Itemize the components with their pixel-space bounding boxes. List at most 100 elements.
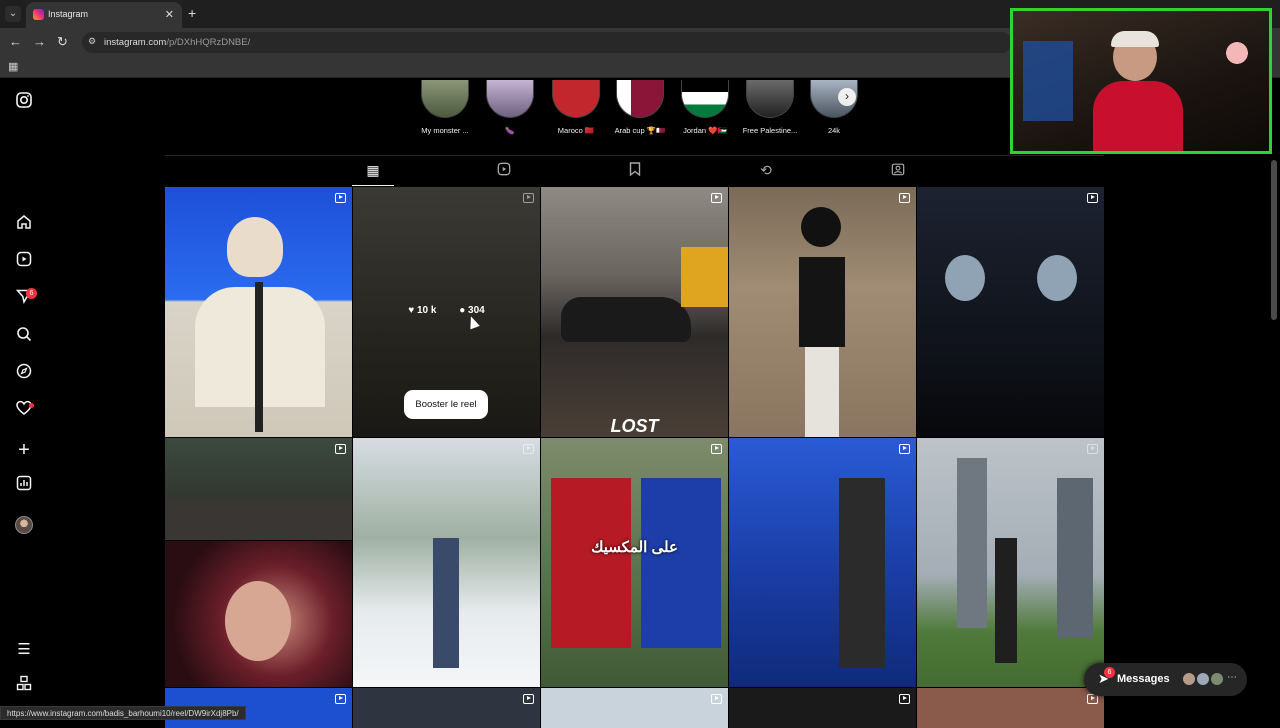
reload-icon[interactable]: ↻ <box>57 34 68 50</box>
highlight-item[interactable]: Maroco 🇲🇦 <box>541 80 611 135</box>
grid-post[interactable] <box>917 187 1104 437</box>
reels-tab-icon[interactable] <box>492 162 516 179</box>
highlight-label: My monster ... <box>421 126 469 135</box>
contact-avatar <box>1182 672 1196 686</box>
tab-search-icon[interactable]: ⌄ <box>5 6 21 22</box>
post-thumbnail <box>165 498 352 540</box>
hexagon-lights <box>1219 33 1255 73</box>
webcam-overlay <box>1010 8 1272 154</box>
explore-compass-icon[interactable] <box>12 363 36 387</box>
highlight-item[interactable]: Arab cup 🏆🇶🇦 <box>605 80 675 135</box>
reel-icon <box>335 444 346 454</box>
highlight-item[interactable]: 24k <box>799 80 869 135</box>
more-menu-icon[interactable]: ☰ <box>12 638 36 662</box>
grid-post[interactable] <box>917 688 1104 728</box>
instagram-logo-icon[interactable] <box>12 92 36 116</box>
grid-post-hovered[interactable]: ♥ 10 k ● 304 Booster le reel <box>353 187 540 437</box>
grid-post[interactable]: LOST <box>541 187 728 437</box>
back-arrow-icon[interactable]: ← <box>9 34 22 49</box>
profile-avatar[interactable] <box>15 516 33 534</box>
active-tab-indicator <box>352 185 394 186</box>
reposts-tab-icon[interactable]: ⟲ <box>754 162 778 179</box>
post-thumbnail <box>227 217 283 277</box>
search-icon[interactable] <box>12 326 36 350</box>
background-monitor <box>1023 41 1073 121</box>
grid-post[interactable] <box>729 187 916 437</box>
grid-post[interactable] <box>729 688 916 728</box>
dashboard-chart-icon[interactable] <box>12 475 36 499</box>
highlight-label: Jordan ❤️🇯🇴 <box>683 126 727 135</box>
apps-grid-icon[interactable]: ▦ <box>8 60 18 73</box>
highlight-item[interactable]: Free Palestine... <box>735 80 805 135</box>
grid-post[interactable]: على المكسيك <box>541 438 728 687</box>
grid-post[interactable] <box>729 438 916 687</box>
instagram-sidebar: 6 + ☰ <box>0 78 48 720</box>
grid-post[interactable] <box>165 541 352 687</box>
post-thumbnail <box>995 538 1017 663</box>
new-tab-button[interactable]: + <box>188 5 196 21</box>
highlight-label: Free Palestine... <box>742 126 798 135</box>
tab-title: Instagram <box>48 9 89 19</box>
highlight-label: 24k <box>827 126 841 135</box>
comments-count: ● 304 <box>459 305 485 316</box>
url-text: instagram.com/p/DXhHQRzDNBE/ <box>104 37 251 48</box>
grid-post[interactable] <box>353 688 540 728</box>
highlight-label: Arab cup 🏆🇶🇦 <box>614 126 666 135</box>
forward-arrow-icon[interactable]: → <box>33 34 46 49</box>
grid-post[interactable] <box>165 438 352 540</box>
boost-reel-button[interactable]: Booster le reel <box>404 390 488 419</box>
contact-avatar <box>1196 672 1210 686</box>
post-thumbnail <box>255 282 263 432</box>
reel-icon <box>899 444 910 454</box>
messages-badge: 6 <box>1104 667 1115 678</box>
highlight-cover <box>421 80 469 118</box>
notification-badge: 6 <box>26 288 37 299</box>
new-activity-dot <box>29 403 34 408</box>
tagged-tab-icon[interactable] <box>886 162 910 179</box>
messages-label: Messages <box>1117 673 1170 685</box>
grid-post[interactable] <box>541 688 728 728</box>
reel-icon <box>899 193 910 203</box>
reel-icon <box>711 193 722 203</box>
post-thumbnail <box>433 538 459 668</box>
more-dots-icon[interactable]: ⋯ <box>1227 672 1237 683</box>
reel-icon <box>711 694 722 704</box>
highlights-next-chevron-icon[interactable]: › <box>838 88 856 106</box>
streamer-cap <box>1111 31 1159 47</box>
address-bar[interactable]: ⚙ instagram.com/p/DXhHQRzDNBE/ <box>82 32 1012 53</box>
post-thumbnail <box>641 478 721 648</box>
grid-post[interactable] <box>917 438 1104 687</box>
highlight-cover <box>616 80 664 118</box>
post-thumbnail <box>551 478 631 648</box>
home-icon[interactable] <box>12 214 36 238</box>
page-scrollbar[interactable] <box>1271 160 1277 320</box>
site-info-icon[interactable]: ⚙ <box>88 36 96 47</box>
status-bar-url: https://www.instagram.com/badis_barhoumi… <box>0 706 246 720</box>
contact-avatar <box>1210 672 1224 686</box>
create-plus-icon[interactable]: + <box>12 438 36 462</box>
reel-icon <box>335 694 346 704</box>
reel-icon <box>1087 444 1098 454</box>
highlight-item[interactable]: My monster ... <box>410 80 480 135</box>
post-caption-overlay: على المكسيك <box>591 539 678 556</box>
highlight-item[interactable]: 🍆 <box>475 80 545 135</box>
post-thumbnail <box>801 207 841 247</box>
grid-post[interactable] <box>353 438 540 687</box>
post-thumbnail <box>799 257 845 347</box>
messages-button[interactable]: ➤ 6 Messages ⋯ <box>1084 663 1247 696</box>
grid-post[interactable] <box>165 187 352 437</box>
reels-icon[interactable] <box>12 251 36 275</box>
saved-bookmark-tab-icon[interactable] <box>623 162 647 179</box>
highlight-item[interactable]: Jordan ❤️🇯🇴 <box>670 80 740 135</box>
hover-stats: ♥ 10 k ● 304 <box>353 305 540 316</box>
post-thumbnail <box>225 581 291 661</box>
posts-grid-tab-icon[interactable]: ▦ <box>361 162 385 179</box>
reel-icon <box>711 444 722 454</box>
post-thumbnail <box>805 347 839 437</box>
also-from-meta-icon[interactable] <box>12 675 36 699</box>
reel-icon <box>523 444 534 454</box>
post-caption-overlay: LOST <box>610 416 659 436</box>
post-thumbnail <box>1057 478 1093 638</box>
close-tab-icon[interactable]: ✕ <box>165 8 174 21</box>
browser-tab[interactable]: Instagram ✕ <box>26 2 182 28</box>
